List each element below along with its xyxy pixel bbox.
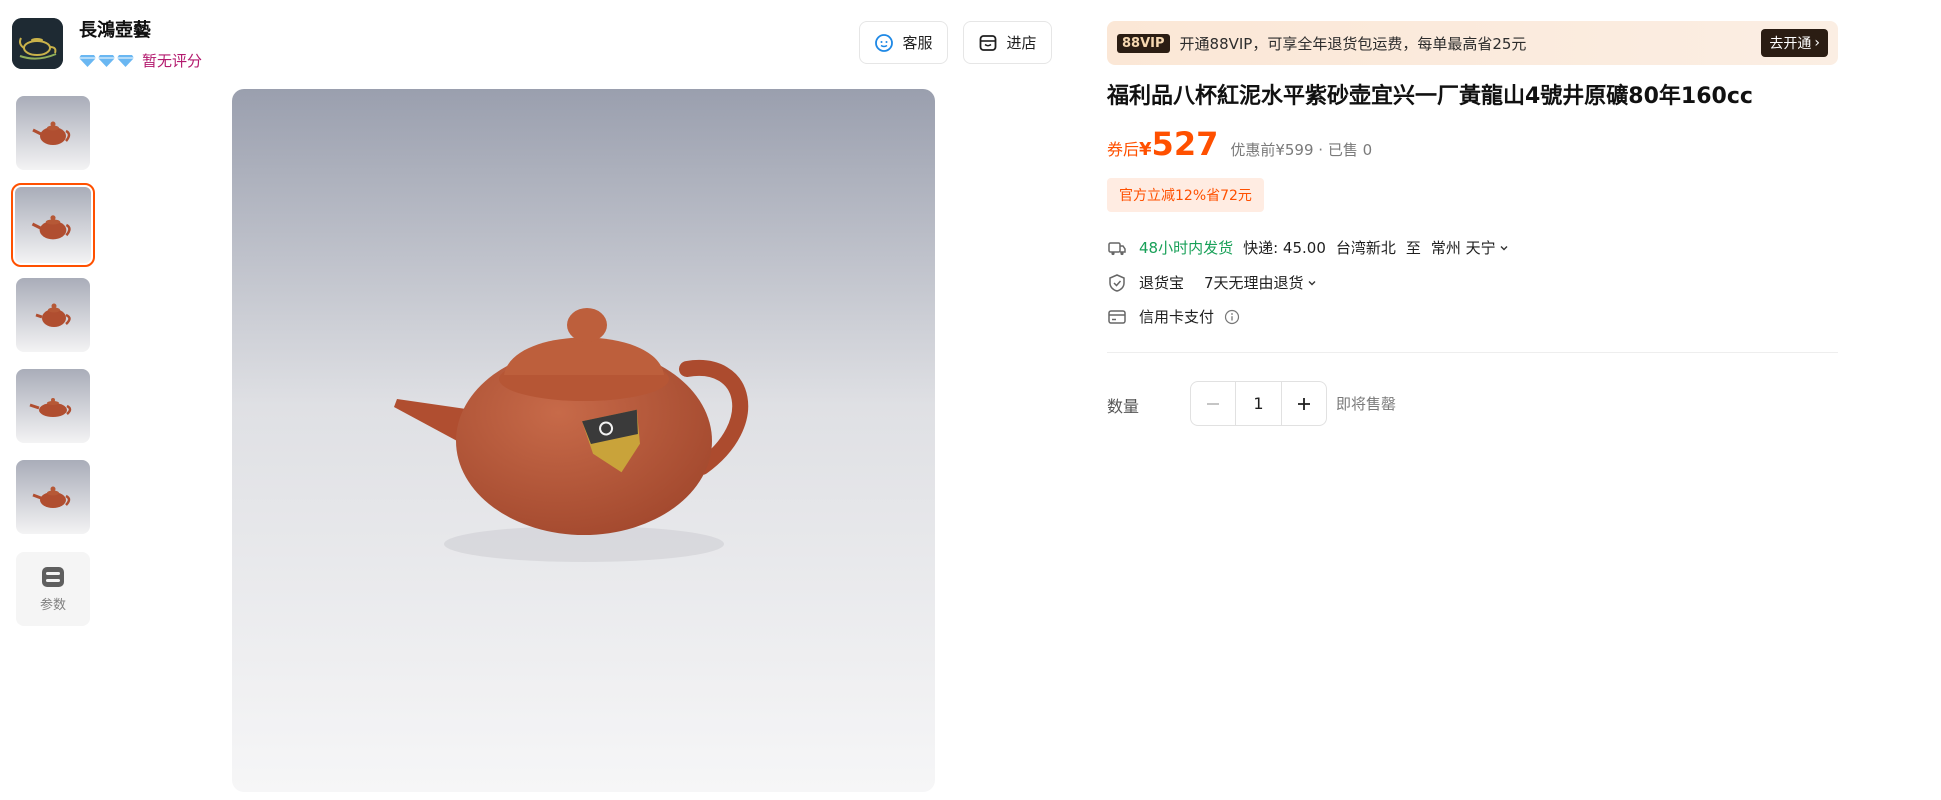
plus-icon [1298,397,1310,410]
product-thumbnail[interactable] [16,460,90,534]
vip-open-button[interactable]: 去开通 › [1761,29,1828,57]
price-meta: 优惠前¥599 · 已售 0 [1230,141,1373,159]
credit-card-icon [1108,309,1126,324]
ship-to-word: 至 [1405,239,1421,257]
shipping-row: 48小时内发货 快递: 45.00 台湾新北 至 常州 天宁 [1107,237,1509,258]
ship-to-location[interactable]: 常州 天宁 [1431,237,1496,258]
product-thumbnail[interactable] [16,369,90,443]
dispatch-time: 48小时内发货 [1139,239,1234,257]
payment-label: 信用卡支付 [1139,308,1215,326]
currency-symbol: ¥ [1139,139,1152,160]
product-title: 福利品八杯紅泥水平紫砂壶宜兴一厂黃龍山4號井原礦80年160cc [1107,84,1753,109]
chevron-down-icon[interactable] [1307,278,1317,288]
shop-logo[interactable] [12,18,63,69]
returns-policy[interactable]: 7天无理由退货 [1204,272,1304,293]
vip-text: 开通88VIP，可享全年退货包运费，每单最高省25元 [1179,34,1527,53]
customer-service-label: 客服 [902,34,933,52]
truck-icon [1108,241,1126,255]
payment-row: 信用卡支付 [1107,306,1240,327]
product-thumbnail[interactable] [16,278,90,352]
chevron-down-icon[interactable] [1499,243,1509,253]
diamond-icon [117,55,134,67]
returns-row: 退货宝 7天无理由退货 [1107,272,1317,293]
chevron-right-icon: › [1814,35,1820,51]
price-row: 券后 ¥ 527 优惠前¥599 · 已售 0 [1107,128,1372,160]
params-button[interactable]: 参数 [16,552,90,626]
price-prefix: 券后 [1107,140,1140,159]
enter-store-label: 进店 [1006,34,1037,52]
shop-rating: 暂无评分 [79,50,202,71]
quantity-label: 数量 [1107,397,1140,416]
quantity-input[interactable]: 1 [1235,382,1282,425]
main-product-image[interactable] [232,89,935,792]
info-icon[interactable] [1224,309,1240,325]
enter-store-button[interactable]: 进店 [963,21,1052,64]
promo-tag[interactable]: 官方立减12%省72元 [1107,178,1264,212]
stock-status: 即将售罄 [1336,395,1397,413]
vip-badge: 88VIP [1117,33,1170,53]
product-thumbnail[interactable] [16,96,90,170]
store-icon [980,34,997,51]
product-thumbnail-active[interactable] [11,183,95,267]
ship-from: 台湾新北 [1335,239,1396,257]
vip-open-label: 去开通 [1769,36,1812,52]
minus-icon [1207,402,1219,405]
divider [1107,352,1838,353]
rating-text: 暂无评分 [142,52,203,70]
shop-name[interactable]: 長鴻壺藝 [79,16,151,42]
returns-label: 退货宝 [1139,274,1185,292]
diamond-icon [79,55,96,67]
service-icon [875,33,894,52]
vip-banner[interactable]: 88VIP 开通88VIP，可享全年退货包运费，每单最高省25元 去开通 › [1107,21,1838,65]
diamond-icon [98,55,115,67]
params-label: 参数 [39,597,66,613]
decrease-button[interactable] [1191,382,1235,425]
quantity-stepper: 1 [1190,381,1327,426]
price-value: 527 [1151,125,1219,163]
customer-service-button[interactable]: 客服 [859,21,948,64]
params-icon [42,566,64,587]
return-shield-icon [1109,273,1125,292]
express-fee: 快递: 45.00 [1243,239,1326,257]
increase-button[interactable] [1282,382,1326,425]
